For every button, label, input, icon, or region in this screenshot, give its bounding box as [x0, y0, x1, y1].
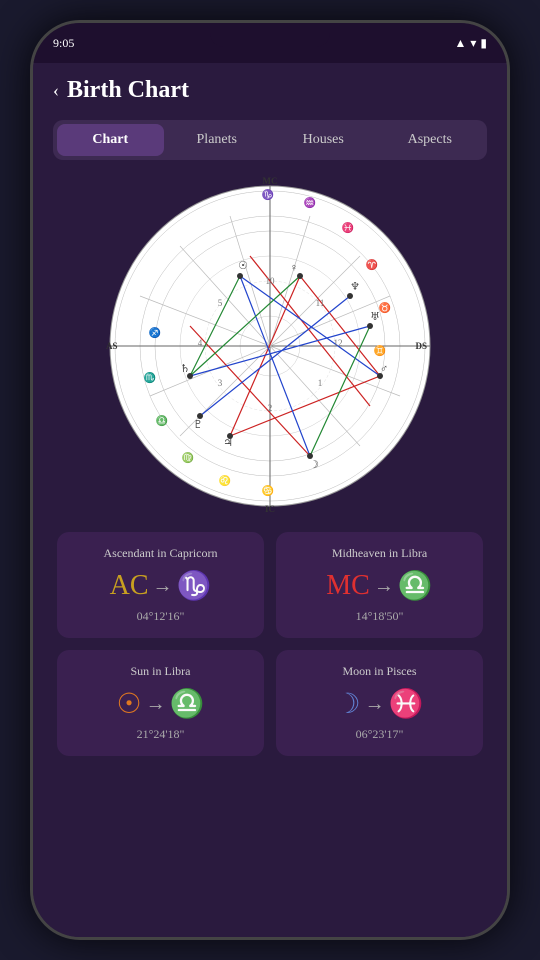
svg-text:♎: ♎	[156, 414, 168, 427]
sun-arrow: →	[146, 693, 166, 716]
libra-symbol-sun: ♎	[170, 687, 205, 721]
chart-container: ♑ ♒ ♓ ♈ ♉ ♊ ♋ ♌ ♍ ♎ ♏ ♐ ♀ ☉ ♂ ♄	[53, 176, 487, 516]
svg-text:MC: MC	[263, 176, 278, 186]
phone-frame: 9:05 ▲ ▾ ▮ ‹ Birth Chart Chart Planets H…	[30, 20, 510, 940]
birth-chart-svg: ♑ ♒ ♓ ♈ ♉ ♊ ♋ ♌ ♍ ♎ ♏ ♐ ♀ ☉ ♂ ♄	[100, 176, 440, 516]
tab-bar: Chart Planets Houses Aspects	[53, 120, 487, 160]
svg-text:DS: DS	[415, 341, 427, 351]
svg-text:4: 4	[198, 338, 203, 348]
svg-text:2: 2	[268, 403, 273, 413]
capricorn-symbol: ♑	[177, 569, 212, 603]
tab-aspects[interactable]: Aspects	[377, 124, 484, 156]
svg-text:12: 12	[334, 338, 343, 348]
sun-degree: 21°24'18"	[69, 727, 252, 742]
svg-text:♃: ♃	[223, 437, 233, 449]
svg-text:11: 11	[316, 298, 325, 308]
svg-text:♑: ♑	[262, 188, 274, 201]
wifi-icon: ▾	[470, 36, 476, 51]
midheaven-symbol: MC → ♎	[288, 569, 471, 603]
svg-text:1: 1	[318, 378, 323, 388]
svg-text:♏: ♏	[144, 371, 156, 384]
moon-card: Moon in Pisces ☽ → ♓ 06°23'17"	[276, 650, 483, 756]
main-content: ‹ Birth Chart Chart Planets Houses Aspec…	[33, 63, 507, 940]
svg-text:5: 5	[218, 298, 223, 308]
status-icons: ▲ ▾ ▮	[454, 36, 487, 51]
midheaven-degree: 14°18'50"	[288, 609, 471, 624]
svg-text:IC: IC	[265, 504, 275, 514]
svg-text:♊: ♊	[374, 344, 386, 357]
libra-symbol-mc: ♎	[398, 569, 433, 603]
status-time: 9:05	[53, 36, 74, 51]
battery-icon: ▮	[480, 36, 487, 51]
svg-text:♂: ♂	[380, 363, 388, 375]
moon-arrow: →	[365, 693, 385, 716]
ac-label: AC	[110, 570, 149, 602]
svg-text:AS: AS	[106, 341, 118, 351]
svg-text:♆: ♆	[350, 281, 360, 293]
back-button[interactable]: ‹	[53, 80, 59, 101]
ascendant-card: Ascendant in Capricorn AC → ♑ 04°12'16"	[57, 532, 264, 638]
mc-label: MC	[326, 570, 370, 602]
svg-text:10: 10	[266, 276, 276, 286]
ascendant-title: Ascendant in Capricorn	[69, 546, 252, 561]
svg-text:♐: ♐	[149, 326, 161, 339]
svg-text:☉: ☉	[238, 260, 248, 272]
pisces-symbol: ♓	[389, 687, 424, 721]
info-cards: Ascendant in Capricorn AC → ♑ 04°12'16" …	[53, 532, 487, 756]
sun-glyph: ☉	[117, 687, 142, 721]
svg-text:♉: ♉	[379, 301, 391, 314]
tab-chart[interactable]: Chart	[57, 124, 164, 156]
moon-symbol: ☽ → ♓	[288, 687, 471, 721]
ascendant-symbol: AC → ♑	[69, 569, 252, 603]
midheaven-card: Midheaven in Libra MC → ♎ 14°18'50"	[276, 532, 483, 638]
svg-text:☽: ☽	[309, 459, 319, 471]
ac-arrow: →	[153, 575, 173, 598]
svg-text:♄: ♄	[180, 363, 190, 375]
svg-text:♀: ♀	[290, 262, 298, 274]
page-title: Birth Chart	[67, 77, 189, 104]
tab-planets[interactable]: Planets	[164, 124, 271, 156]
svg-text:3: 3	[218, 378, 223, 388]
sun-card: Sun in Libra ☉ → ♎ 21°24'18"	[57, 650, 264, 756]
svg-text:♇: ♇	[193, 419, 203, 431]
notch	[210, 23, 330, 47]
svg-text:♋: ♋	[262, 484, 274, 497]
svg-text:♅: ♅	[370, 311, 380, 323]
svg-text:♒: ♒	[304, 196, 316, 209]
moon-degree: 06°23'17"	[288, 727, 471, 742]
svg-text:♌: ♌	[219, 474, 231, 487]
signal-icon: ▲	[454, 36, 466, 51]
midheaven-title: Midheaven in Libra	[288, 546, 471, 561]
mc-arrow: →	[374, 575, 394, 598]
svg-text:♍: ♍	[182, 451, 194, 464]
sun-symbol: ☉ → ♎	[69, 687, 252, 721]
tab-houses[interactable]: Houses	[270, 124, 377, 156]
svg-text:♈: ♈	[366, 258, 378, 271]
ascendant-degree: 04°12'16"	[69, 609, 252, 624]
moon-glyph: ☽	[336, 687, 361, 721]
header: ‹ Birth Chart	[53, 73, 487, 104]
moon-title: Moon in Pisces	[288, 664, 471, 679]
svg-text:♓: ♓	[342, 221, 354, 234]
sun-title: Sun in Libra	[69, 664, 252, 679]
